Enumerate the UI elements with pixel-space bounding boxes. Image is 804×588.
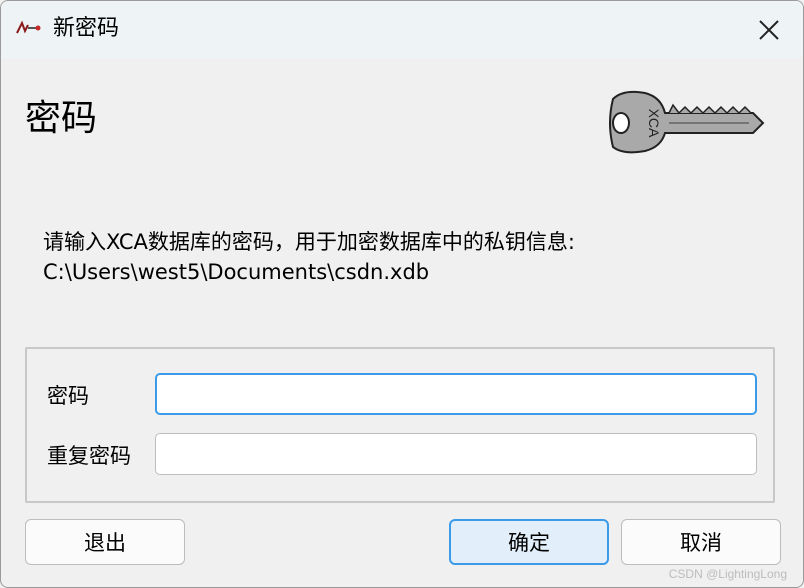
page-heading: 密码 [25, 98, 98, 139]
exit-button[interactable]: 退出 [25, 519, 185, 565]
repeat-password-label: 重复密码 [47, 444, 131, 468]
watermark: CSDN @LightingLong [668, 567, 787, 581]
title-bar: 新密码 [1, 1, 803, 58]
ok-button[interactable]: 确定 [449, 519, 609, 565]
password-group-box [25, 347, 775, 503]
key-label: XCA [646, 109, 662, 138]
close-icon [759, 19, 779, 40]
repeat-password-input[interactable] [155, 433, 757, 475]
close-button[interactable] [735, 1, 803, 58]
database-path: C:\Users\west5\Documents\csdn.xdb [43, 260, 430, 284]
xca-app-icon [16, 20, 41, 34]
key-icon: XCA [609, 90, 765, 154]
description-line-1: 请输入XCA数据库的密码，用于加密数据库中的私钥信息: [43, 230, 575, 254]
cancel-button[interactable]: 取消 [621, 519, 781, 565]
description: 请输入XCA数据库的密码，用于加密数据库中的私钥信息: C:\Users\wes… [43, 227, 575, 287]
password-label: 密码 [47, 384, 89, 408]
password-input[interactable] [155, 373, 757, 415]
dialog-window: 新密码 密码 XCA 请输入XCA数据库的密码，用于加密数据库中的私钥信息: C… [0, 0, 804, 588]
window-title: 新密码 [53, 16, 120, 41]
